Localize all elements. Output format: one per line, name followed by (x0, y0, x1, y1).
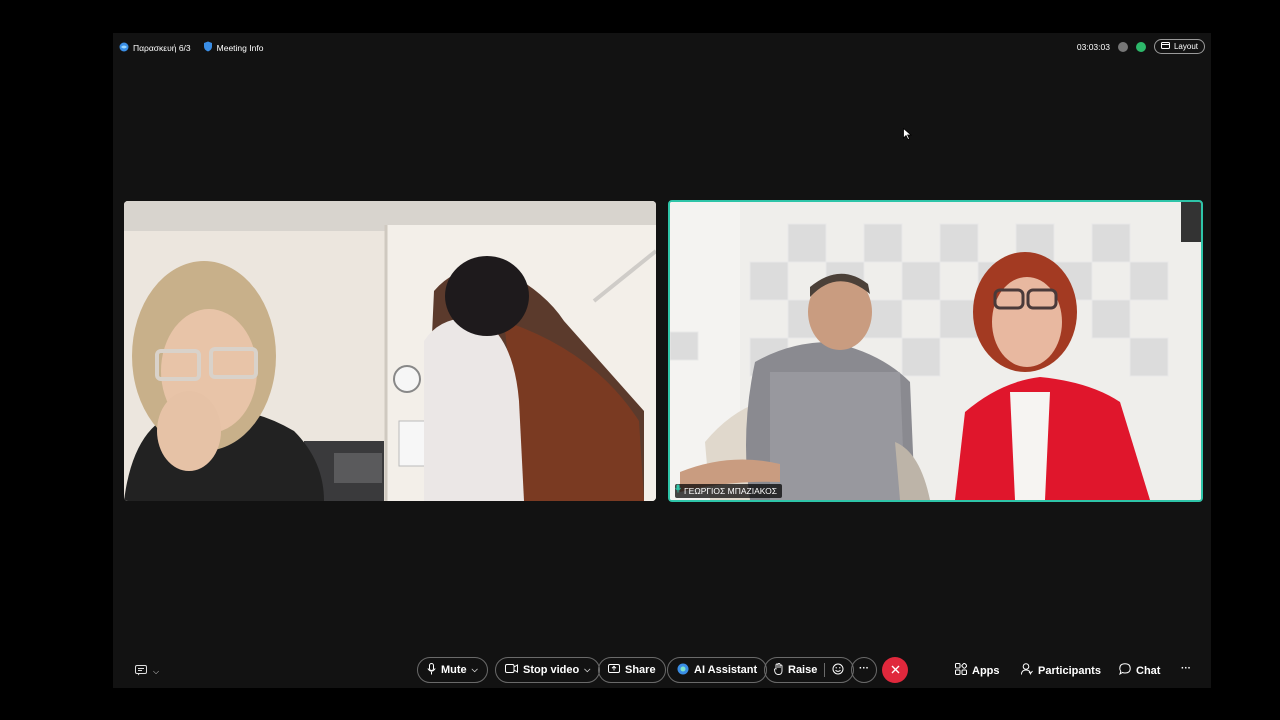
apps-label: Apps (972, 664, 1000, 677)
participant-name: ΓΕΩΡΓΙΟΣ ΜΠΑΖΙΑΚΟΣ (684, 486, 778, 496)
video-camera-icon (505, 664, 518, 676)
meeting-timer: 03:03:03 (1076, 41, 1110, 52)
divider (824, 663, 826, 677)
participant-video-tile-1[interactable] (124, 201, 656, 501)
meeting-window: Παρασκευή 6/3 Meeting Info 03:03:03 Layo… (113, 33, 1211, 688)
captions-button[interactable]: ⌵ (135, 663, 159, 681)
chevron-down-icon: ⌵ (584, 665, 591, 674)
participants-label: Participants (1038, 664, 1101, 677)
participants-icon (1021, 663, 1033, 678)
chevron-down-icon: ⌵ (153, 667, 160, 676)
stop-video-button[interactable]: Stop video ⌵ (495, 657, 601, 683)
meeting-info-label: Meeting Info (216, 42, 264, 53)
participants-button[interactable]: Participants (1021, 663, 1101, 678)
more-options-button[interactable]: ··· (851, 657, 877, 683)
apps-grid-icon (955, 662, 968, 678)
raise-hand-button[interactable]: Raise (764, 657, 855, 683)
meeting-date[interactable]: Παρασκευή 6/3 (119, 42, 191, 54)
captions-icon (135, 663, 147, 681)
meeting-info-button[interactable]: Meeting Info (203, 41, 264, 54)
chat-button[interactable]: Chat (1119, 663, 1160, 678)
apps-button[interactable]: Apps (955, 662, 1000, 678)
layout-icon (1160, 42, 1170, 51)
share-label: Share (625, 664, 656, 676)
participant-video-tile-2[interactable]: ΓΕΩΡΓΙΟΣ ΜΠΑΖΙΑΚΟΣ (668, 200, 1203, 502)
ai-assistant-icon (677, 663, 689, 678)
overflow-label: ··· (1181, 663, 1191, 674)
chevron-down-icon: ⌵ (471, 665, 478, 674)
meeting-date-label: Παρασκευή 6/3 (133, 42, 191, 53)
layout-label: Layout (1173, 42, 1198, 51)
hand-icon (774, 662, 783, 678)
participant-video-feed (124, 201, 656, 501)
participant-video-feed (670, 202, 1201, 500)
share-button[interactable]: Share (598, 657, 666, 683)
more-options-label: ··· (859, 662, 869, 674)
ai-assistant-button[interactable]: AI Assistant (667, 657, 768, 683)
ai-assistant-label: AI Assistant (694, 664, 758, 676)
stop-video-label: Stop video (523, 664, 580, 676)
shield-icon (203, 41, 213, 54)
layout-button[interactable]: Layout (1153, 39, 1205, 54)
meeting-controls-toolbar: ⌵ Mute ⌵ Stop video ⌵ Share AI Assistant… (113, 653, 1211, 687)
mute-button[interactable]: Mute ⌵ (417, 657, 488, 683)
close-icon (891, 661, 900, 679)
audio-level-icon[interactable] (1135, 41, 1146, 52)
end-call-button[interactable] (882, 657, 908, 683)
share-screen-icon (608, 663, 620, 677)
overflow-menu-button[interactable]: ··· (1181, 663, 1191, 674)
raise-label: Raise (788, 664, 818, 676)
recording-status-icon[interactable] (1117, 41, 1128, 52)
participant-name-tag: ΓΕΩΡΓΙΟΣ ΜΠΑΖΙΑΚΟΣ (675, 484, 783, 498)
webex-logo-icon (119, 42, 129, 54)
mute-label: Mute (441, 664, 467, 676)
reactions-emoji-icon[interactable] (832, 663, 844, 678)
microphone-icon (427, 662, 436, 678)
mouse-cursor-icon (903, 128, 912, 140)
chat-label: Chat (1136, 664, 1161, 677)
top-bar: Παρασκευή 6/3 Meeting Info 03:03:03 Layo… (113, 33, 1211, 61)
chat-bubble-icon (1119, 663, 1131, 678)
